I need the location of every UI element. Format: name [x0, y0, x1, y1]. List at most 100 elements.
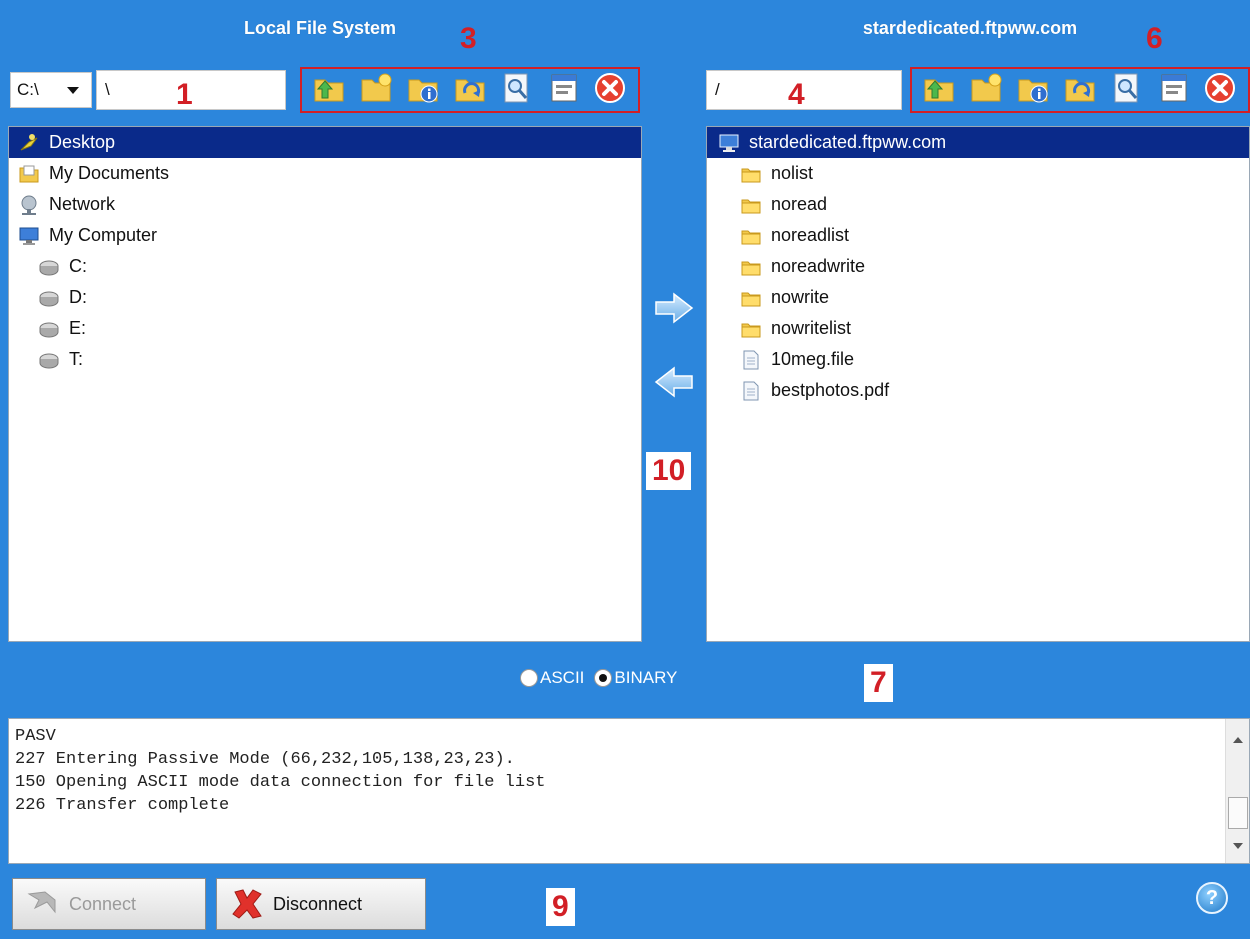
list-item[interactable]: E: [9, 313, 641, 344]
red-x-icon [232, 889, 262, 919]
binary-radio[interactable]: BINARY [594, 668, 677, 688]
folder-icon [739, 318, 763, 340]
transfer-mode-group: ASCII BINARY [520, 664, 687, 692]
upload-arrow-button[interactable] [654, 292, 694, 324]
folder-up-button[interactable] [310, 71, 348, 109]
refresh-icon [1063, 71, 1097, 110]
list-item-label: nolist [771, 163, 814, 183]
radio-dot [599, 674, 608, 682]
disconnect-button[interactable]: Disconnect [216, 878, 426, 930]
folder-info-button[interactable] [1014, 71, 1052, 109]
list-item[interactable]: nolist [707, 158, 1249, 189]
properties-icon [1157, 71, 1191, 110]
properties-button[interactable] [1155, 71, 1193, 109]
list-item-label: noreadwrite [771, 256, 866, 276]
list-item[interactable]: noreadwrite [707, 251, 1249, 282]
file-icon [739, 380, 763, 402]
log-scrollbar[interactable] [1225, 719, 1249, 863]
view-button[interactable] [1108, 71, 1146, 109]
scroll-down-icon[interactable] [1233, 843, 1243, 849]
callout-label: 9 [546, 888, 575, 926]
drive-select[interactable]: C:\ [10, 72, 92, 108]
help-icon: ? [1205, 886, 1219, 909]
file-icon [739, 349, 763, 371]
delete-button[interactable] [1201, 71, 1239, 109]
delete-icon [593, 71, 627, 110]
drive-icon [37, 349, 61, 371]
log-line: 226 Transfer complete [15, 796, 230, 815]
local-toolbar [300, 67, 640, 113]
log-output[interactable]: PASV 227 Entering Passive Mode (66,232,1… [8, 718, 1250, 864]
list-item[interactable]: stardedicated.ftpww.com [707, 127, 1249, 158]
folder-up-button[interactable] [920, 71, 958, 109]
arrow-right-icon [655, 292, 694, 324]
remote-toolbar [910, 67, 1250, 113]
callout-label: 6 [1146, 22, 1163, 55]
drive-icon [37, 318, 61, 340]
callout-label: 7 [864, 664, 893, 702]
local-path-value: \ [105, 80, 110, 99]
callout-label: 1 [176, 78, 193, 111]
scroll-thumb[interactable] [1228, 797, 1248, 829]
list-item[interactable]: 10meg.file [707, 344, 1249, 375]
radio-circle [520, 669, 538, 687]
view-icon [500, 71, 534, 110]
delete-button[interactable] [591, 71, 629, 109]
list-item-label: My Computer [49, 225, 158, 245]
refresh-button[interactable] [1061, 71, 1099, 109]
callout-label: 3 [460, 22, 477, 55]
new-folder-icon [969, 71, 1003, 110]
disconnect-button-label: Disconnect [273, 893, 363, 914]
list-item[interactable]: T: [9, 344, 641, 375]
list-item[interactable]: Network [9, 189, 641, 220]
log-line: 227 Entering Passive Mode (66,232,105,13… [15, 750, 515, 769]
scroll-up-icon[interactable] [1233, 737, 1243, 743]
view-button[interactable] [498, 71, 536, 109]
remote-file-list[interactable]: stardedicated.ftpww.com nolist noread norea… [706, 126, 1250, 642]
folder-info-button[interactable] [404, 71, 442, 109]
help-button[interactable]: ? [1196, 882, 1228, 914]
connect-button[interactable]: Connect [12, 878, 206, 930]
documents-folder-icon [17, 163, 41, 185]
refresh-button[interactable] [451, 71, 489, 109]
chevron-down-icon [67, 87, 79, 94]
list-item-label: noread [771, 194, 828, 214]
download-arrow-button[interactable] [654, 366, 694, 398]
new-folder-button[interactable] [967, 71, 1005, 109]
view-icon [1110, 71, 1144, 110]
list-item[interactable]: nowrite [707, 282, 1249, 313]
list-item[interactable]: My Documents [9, 158, 641, 189]
folder-up-icon [922, 71, 956, 110]
remote-path-value: / [715, 80, 720, 99]
list-item[interactable]: D: [9, 282, 641, 313]
server-icon [717, 132, 741, 154]
binary-radio-label: BINARY [614, 668, 678, 687]
list-item[interactable]: noreadlist [707, 220, 1249, 251]
list-item[interactable]: My Computer [9, 220, 641, 251]
drive-select-value: C:\ [17, 80, 39, 99]
log-line: 150 Opening ASCII mode data connection f… [15, 773, 546, 792]
list-item-label: bestphotos.pdf [771, 380, 890, 400]
new-folder-icon [359, 71, 393, 110]
drive-icon [37, 287, 61, 309]
properties-icon [547, 71, 581, 110]
new-folder-button[interactable] [357, 71, 395, 109]
properties-button[interactable] [545, 71, 583, 109]
list-item-label: E: [69, 318, 87, 338]
folder-up-icon [312, 71, 346, 110]
list-item[interactable]: nowritelist [707, 313, 1249, 344]
list-item[interactable]: noread [707, 189, 1249, 220]
connect-icon [27, 891, 56, 914]
list-item[interactable]: bestphotos.pdf [707, 375, 1249, 406]
folder-icon [739, 225, 763, 247]
log-line: PASV [15, 727, 56, 746]
list-item-label: nowrite [771, 287, 830, 307]
list-item[interactable]: C: [9, 251, 641, 282]
local-file-tree[interactable]: Desktop My Documents Network My Computer C: D… [8, 126, 642, 642]
folder-info-icon [406, 71, 440, 110]
list-item-label: T: [69, 349, 84, 369]
ascii-radio-label: ASCII [540, 668, 585, 687]
list-item[interactable]: Desktop [9, 127, 641, 158]
ascii-radio[interactable]: ASCII [520, 668, 584, 688]
connect-button-label: Connect [69, 893, 137, 914]
